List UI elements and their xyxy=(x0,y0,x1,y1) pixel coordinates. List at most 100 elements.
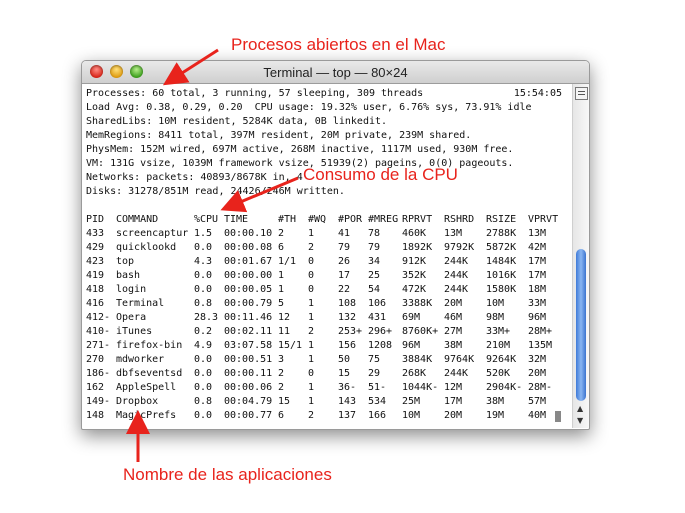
cell-wq: 2 xyxy=(308,326,315,337)
cell-rsize: 98M xyxy=(486,312,505,323)
cell-time: 00:00.11 xyxy=(224,368,273,379)
cell-mregs: 166 xyxy=(368,410,387,421)
cell-ports: 26 xyxy=(338,256,351,267)
cell-rsize: 5872K xyxy=(486,242,517,253)
title-bar[interactable]: Terminal — top — 80×24 xyxy=(82,61,589,84)
table-row: 162 AppleSpell 0.0 00:00.06 2 1 36- 51- 1044K- 12… xyxy=(86,381,570,395)
annotation-app-names: Nombre de las aplicaciones xyxy=(123,465,332,484)
disks-line: Disks: 31278/851M read, 24426/246M writt… xyxy=(86,186,345,197)
text-cursor xyxy=(555,411,561,422)
cell-threads: 6 xyxy=(278,410,285,421)
cell-mregs: 431 xyxy=(368,312,387,323)
cell-rsize: 33M+ xyxy=(486,326,511,337)
cell-cpu: 0.2 xyxy=(194,326,213,337)
cell-pid: 271- xyxy=(86,340,111,351)
cell-pid: 270 xyxy=(86,354,105,365)
cell-rshrd: 244K xyxy=(444,368,469,379)
cell-rprvt: 3884K xyxy=(402,354,433,365)
cell-threads: 1/1 xyxy=(278,256,297,267)
cell-wq: 0 xyxy=(308,368,315,379)
cell-time: 00:11.46 xyxy=(224,312,273,323)
cell-cpu: 4.9 xyxy=(194,340,213,351)
cell-rprvt: 3388K xyxy=(402,298,433,309)
cell-pid: 423 xyxy=(86,256,105,267)
cell-vprvt: 20M xyxy=(528,368,547,379)
cell-cpu: 28.3 xyxy=(194,312,219,323)
column-header-command: COMMAND xyxy=(116,214,159,225)
cell-mregs: 54 xyxy=(368,284,381,295)
cell-vprvt: 28M+ xyxy=(528,326,553,337)
cell-wq: 1 xyxy=(308,396,315,407)
cell-rprvt: 96M xyxy=(402,340,421,351)
table-row: 412- Opera 28.3 00:11.46 12 1 132 431 69M 46M 98M 9… xyxy=(86,311,570,325)
cell-cpu: 0.0 xyxy=(194,242,213,253)
terminal-content[interactable]: Processes: 60 total, 3 running, 57 sleep… xyxy=(86,87,570,425)
cell-pid: 148 xyxy=(86,410,105,421)
cell-threads: 6 xyxy=(278,242,285,253)
cell-vprvt: 18M xyxy=(528,284,547,295)
cell-pid: 412- xyxy=(86,312,111,323)
cell-vprvt: 17M xyxy=(528,270,547,281)
load-line: Load Avg: 0.38, 0.29, 0.20 CPU usage: 19… xyxy=(86,102,532,113)
cell-threads: 2 xyxy=(278,228,285,239)
cell-mregs: 106 xyxy=(368,298,387,309)
cell-threads: 5 xyxy=(278,298,285,309)
cell-rsize: 1484K xyxy=(486,256,517,267)
cell-mregs: 78 xyxy=(368,228,381,239)
column-header-threads: #TH xyxy=(278,214,297,225)
cell-rprvt: 472K xyxy=(402,284,427,295)
cell-cpu: 0.0 xyxy=(194,354,213,365)
column-header-rprvt: RPRVT xyxy=(402,214,433,225)
scroll-thumb[interactable] xyxy=(576,249,586,401)
cell-rshrd: 46M xyxy=(444,312,463,323)
table-row: 186- dbfseventsd 0.0 00:00.11 2 0 15 29 268K 244K… xyxy=(86,367,570,381)
terminal-window: Terminal — top — 80×24 Processes: 60 tot… xyxy=(81,60,590,430)
cell-time: 00:00.08 xyxy=(224,242,273,253)
cell-wq: 0 xyxy=(308,284,315,295)
cell-wq: 0 xyxy=(308,256,315,267)
cell-threads: 3 xyxy=(278,354,285,365)
cell-ports: 15 xyxy=(338,368,351,379)
cell-vprvt: 135M xyxy=(528,340,553,351)
cell-rsize: 1580K xyxy=(486,284,517,295)
cell-ports: 22 xyxy=(338,284,351,295)
scroll-down-icon[interactable]: ▼ xyxy=(577,416,583,425)
cell-ports: 79 xyxy=(338,242,351,253)
cell-rprvt: 460K xyxy=(402,228,427,239)
cell-rprvt: 69M xyxy=(402,312,421,323)
cell-time: 00:02.11 xyxy=(224,326,273,337)
cell-rsize: 9264K xyxy=(486,354,517,365)
cell-threads: 12 xyxy=(278,312,291,323)
cell-wq: 1 xyxy=(308,340,315,351)
cell-rprvt: 10M xyxy=(402,410,421,421)
cell-rshrd: 244K xyxy=(444,256,469,267)
cell-command: firefox-bin xyxy=(116,340,183,351)
memregions-line: MemRegions: 8411 total, 397M resident, 2… xyxy=(86,130,472,141)
cell-rshrd: 20M xyxy=(444,410,463,421)
sharedlibs-line: SharedLibs: 10M resident, 5284K data, 0B… xyxy=(86,116,388,127)
scrollbar[interactable]: ▲ ▼ xyxy=(572,84,589,428)
scroll-up-icon[interactable]: ▲ xyxy=(577,404,583,413)
cell-time: 00:00.06 xyxy=(224,382,273,393)
processes-line: Processes: 60 total, 3 running, 57 sleep… xyxy=(86,88,424,99)
cell-vprvt: 57M xyxy=(528,396,547,407)
column-header-mregs: #MREG xyxy=(368,214,399,225)
cell-threads: 2 xyxy=(278,382,285,393)
cell-command: mdworker xyxy=(116,354,165,365)
column-header-ports: #POR xyxy=(338,214,363,225)
cell-time: 00:01.67 xyxy=(224,256,273,267)
split-view-button[interactable] xyxy=(575,87,588,100)
cell-pid: 149- xyxy=(86,396,111,407)
cell-rshrd: 244K xyxy=(444,270,469,281)
cell-rshrd: 17M xyxy=(444,396,463,407)
cell-wq: 2 xyxy=(308,410,315,421)
cell-pid: 419 xyxy=(86,270,105,281)
cell-vprvt: 28M- xyxy=(528,382,553,393)
cell-rsize: 10M xyxy=(486,298,505,309)
cell-wq: 1 xyxy=(308,382,315,393)
cell-command: bash xyxy=(116,270,141,281)
cell-rshrd: 9792K xyxy=(444,242,475,253)
cell-command: login xyxy=(116,284,147,295)
cell-cpu: 0.0 xyxy=(194,410,213,421)
cell-ports: 132 xyxy=(338,312,357,323)
